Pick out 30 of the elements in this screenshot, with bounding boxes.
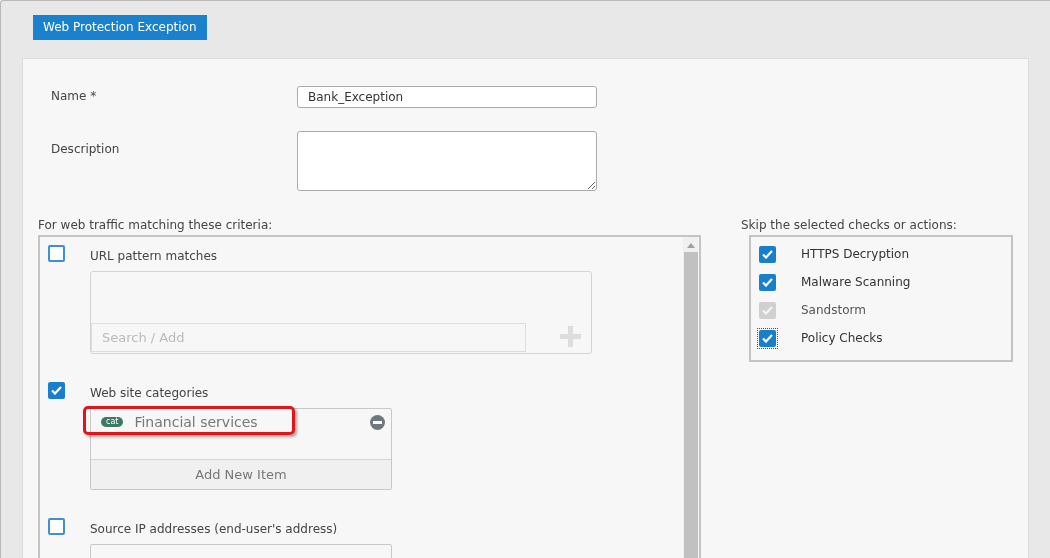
- search-field[interactable]: Search / Add: [91, 323, 526, 352]
- title-tab[interactable]: Web Protection Exception: [33, 15, 207, 40]
- check-icon: [762, 277, 773, 287]
- section-label: Skip the selected checks or actions:: [741, 218, 958, 233]
- text-field[interactable]: Bank_Exception: [297, 86, 597, 108]
- option-label: HTTPS Decryption: [801, 246, 909, 263]
- option-label: Malware Scanning: [801, 274, 911, 291]
- checkbox[interactable]: [759, 273, 776, 291]
- checkbox[interactable]: [48, 518, 65, 535]
- check-icon: [762, 249, 773, 259]
- category-tag: cat: [101, 417, 124, 427]
- field-label: Description: [51, 141, 121, 158]
- section-label: For web traffic matching these criteria:: [38, 218, 274, 233]
- option-label: Sandstorm: [801, 302, 866, 319]
- scroll-up-icon[interactable]: [686, 243, 695, 248]
- criteria-label: URL pattern matches: [90, 249, 219, 264]
- checkbox[interactable]: [759, 245, 776, 263]
- checkbox[interactable]: [48, 245, 65, 262]
- add-item-button[interactable]: Add New Item: [91, 459, 391, 489]
- option-label: Policy Checks: [801, 330, 883, 347]
- criteria-label: Web site categories: [90, 386, 210, 401]
- checkbox[interactable]: [48, 382, 65, 399]
- text-area[interactable]: [297, 131, 597, 191]
- check-icon: [762, 305, 773, 315]
- check-icon: [51, 386, 62, 395]
- remove-icon[interactable]: [370, 414, 385, 430]
- criteria-label: Source IP addresses (end-user's address): [90, 522, 339, 537]
- check-icon: [762, 333, 773, 343]
- field-label: Name *: [51, 88, 98, 105]
- list-entry: Financial services: [134, 412, 258, 432]
